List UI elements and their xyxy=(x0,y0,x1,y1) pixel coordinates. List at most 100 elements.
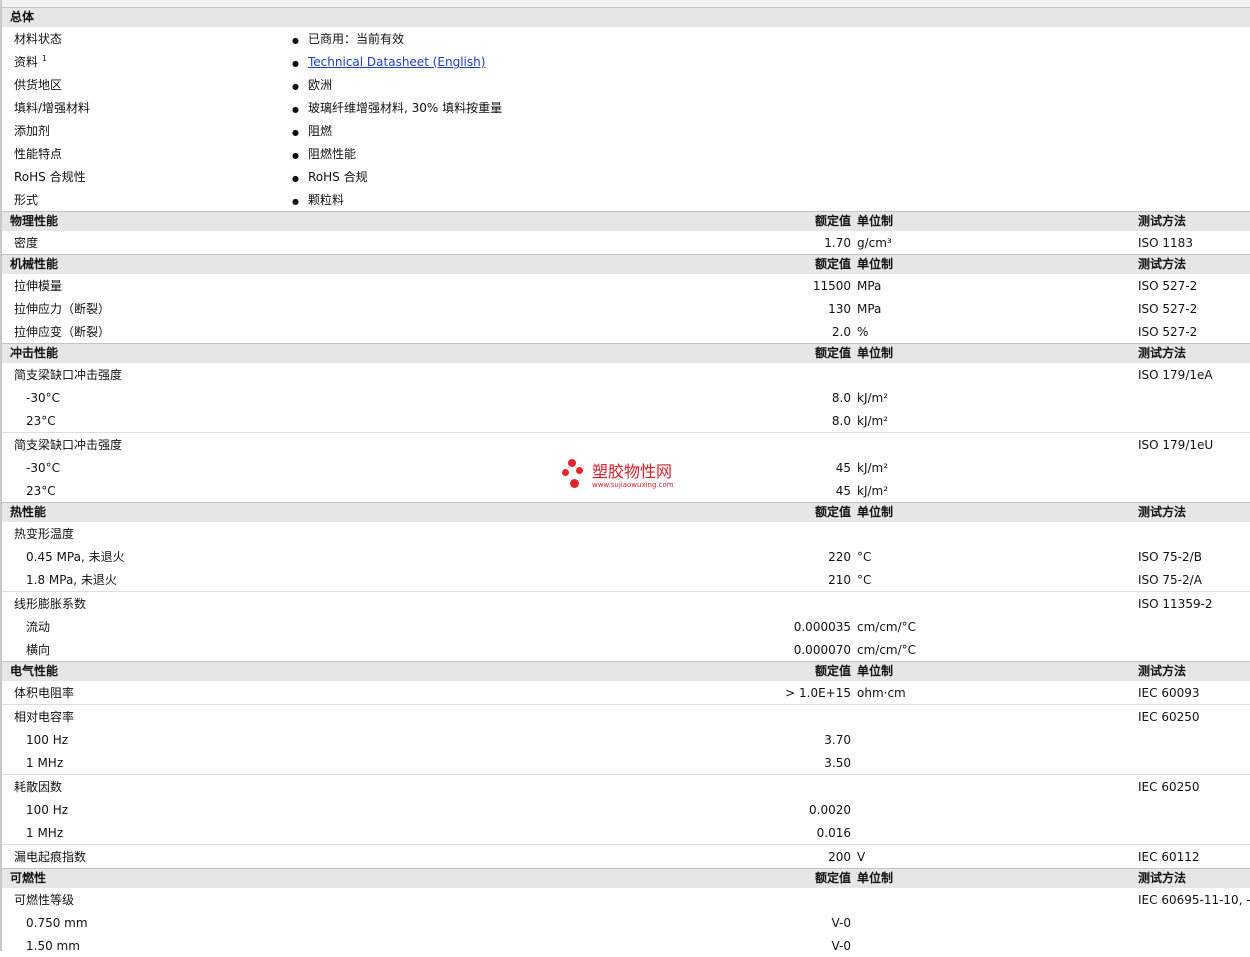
row-unit: MPa xyxy=(857,279,882,293)
row-label-text: 100 Hz xyxy=(26,803,69,817)
row-label: 资料 1 xyxy=(14,54,47,69)
row-value: 已商用：当前有效 xyxy=(308,32,405,46)
row-value: 8.0 xyxy=(831,391,851,405)
row-label: RoHS 合规性 xyxy=(14,170,86,184)
row-label: 1 MHz xyxy=(26,756,63,770)
table-row: 拉伸应变（断裂） 2.0% ISO 527-2 xyxy=(2,320,1250,343)
table-row: 简支梁缺口冲击强度 ISO 179/1eA xyxy=(2,363,1250,386)
datasheet-link[interactable]: Technical Datasheet (English) xyxy=(308,55,485,69)
row-label: 形式 xyxy=(14,193,38,207)
row-label-text: 热变形温度 xyxy=(14,527,75,541)
row-value: 0.0020 xyxy=(809,803,851,817)
watermark-dot-icon xyxy=(576,467,583,474)
row-label: 横向 xyxy=(26,643,50,657)
section-title: 可燃性 xyxy=(10,871,47,885)
section-title: 冲击性能 xyxy=(10,346,59,360)
row-value: RoHS 合规 xyxy=(308,170,368,184)
header-value: 额定值 xyxy=(814,871,851,885)
table-row: 1 MHz 3.50 xyxy=(2,751,1250,774)
row-label-text: 1 MHz xyxy=(26,756,64,770)
header-unit: 单位制 xyxy=(857,214,894,228)
row-value: 阻燃 xyxy=(308,124,333,138)
table-row: 拉伸模量 11500 MPa ISO 527-2 xyxy=(2,274,1250,297)
row-label: 简支梁缺口冲击强度 xyxy=(14,438,122,452)
header-method: 测试方法 xyxy=(1138,214,1187,228)
row-label-text: 1 MHz xyxy=(26,826,64,840)
row-label: -30°C xyxy=(26,461,60,475)
footnote-marker: 1 xyxy=(41,54,47,63)
row-label: 简支梁缺口冲击强度 xyxy=(14,368,122,382)
row-label: 可燃性等级 xyxy=(14,893,74,907)
row-value: 0.000070 xyxy=(793,643,851,657)
table-row: 耗散因数 IEC 60250 xyxy=(2,774,1250,798)
row-value: 11500 xyxy=(812,279,851,293)
row-value: 玻璃纤维增强材料, 30% 填料按重量 xyxy=(308,101,503,115)
bullet-icon: ● xyxy=(292,174,299,183)
row-method: ISO 11359-2 xyxy=(1138,597,1213,611)
header-value: 额定值 xyxy=(814,664,851,678)
row-unit: kJ/m² xyxy=(857,391,889,405)
row-unit: MPa xyxy=(857,302,882,316)
table-row: 供货地区 ● 欧洲 xyxy=(2,73,1250,96)
bullet-icon: ● xyxy=(292,36,299,45)
section-header: 机械性能 额定值 单位制 测试方法 xyxy=(2,254,1250,274)
row-label-text: 拉伸应力（断裂） xyxy=(14,302,111,316)
row-unit: g/cm³ xyxy=(857,236,892,250)
row-unit: ohm·cm xyxy=(857,686,906,700)
header-method: 测试方法 xyxy=(1138,346,1187,360)
row-method: ISO 527-2 xyxy=(1138,302,1198,316)
row-label-text: 添加剂 xyxy=(14,124,51,138)
row-label: 供货地区 xyxy=(14,78,62,92)
row-label-text: 体积电阻率 xyxy=(14,686,75,700)
table-row: 100 Hz 3.70 xyxy=(2,728,1250,751)
row-method: ISO 75-2/B xyxy=(1138,550,1202,564)
row-method: IEC 60250 xyxy=(1138,780,1200,794)
row-value: 45 xyxy=(835,484,851,498)
row-label: 流动 xyxy=(26,620,50,634)
row-value: 0.000035 xyxy=(793,620,851,634)
row-label: 1 MHz xyxy=(26,826,63,840)
section-header: 热性能 额定值 单位制 测试方法 xyxy=(2,502,1250,522)
row-label-text: 简支梁缺口冲击强度 xyxy=(14,368,123,382)
header-method: 测试方法 xyxy=(1138,871,1187,885)
row-value: 200 xyxy=(828,850,851,864)
section-title: 热性能 xyxy=(10,505,47,519)
header-value: 额定值 xyxy=(814,505,851,519)
row-label-text: 简支梁缺口冲击强度 xyxy=(14,438,123,452)
row-label: 0.750 mm xyxy=(26,916,88,930)
row-value: 210 xyxy=(828,573,851,587)
table-row: 形式 ● 颗粒料 xyxy=(2,188,1250,211)
header-unit: 单位制 xyxy=(857,346,894,360)
row-label: 性能特点 xyxy=(14,147,62,161)
row-unit: V xyxy=(857,850,866,864)
row-label: 0.45 MPa, 未退火 xyxy=(26,550,125,564)
row-label-text: 漏电起痕指数 xyxy=(14,850,87,864)
row-label-text: -30°C xyxy=(26,461,60,475)
table-row: 1.50 mm V-0 xyxy=(2,934,1250,957)
table-row: 简支梁缺口冲击强度 ISO 179/1eU xyxy=(2,432,1250,456)
top-strip xyxy=(2,0,1250,7)
table-row: 材料状态 ● 已商用：当前有效 xyxy=(2,27,1250,50)
header-unit: 单位制 xyxy=(857,664,894,678)
bullet-icon: ● xyxy=(292,197,299,206)
row-label-text: 线形膨胀系数 xyxy=(14,597,87,611)
row-method: ISO 179/1eU xyxy=(1138,438,1214,452)
row-label: 体积电阻率 xyxy=(14,686,74,700)
table-row: 可燃性等级 IEC 60695-11-10, -20 xyxy=(2,888,1250,911)
header-value: 额定值 xyxy=(814,346,851,360)
table-row: 体积电阻率 > 1.0E+15 ohm·cm IEC 60093 xyxy=(2,681,1250,704)
row-method: IEC 60112 xyxy=(1138,850,1200,864)
table-row: 0.750 mm V-0 xyxy=(2,911,1250,934)
row-label-text: 0.45 MPa, 未退火 xyxy=(26,550,125,564)
row-unit: kJ/m² xyxy=(857,461,889,475)
bullet-icon: ● xyxy=(292,151,299,160)
row-unit: % xyxy=(857,325,869,339)
row-unit: cm/cm/°C xyxy=(857,643,917,657)
row-unit: °C xyxy=(857,550,872,564)
row-unit: °C xyxy=(857,573,872,587)
bullet-icon: ● xyxy=(292,59,299,68)
section-header: 冲击性能 额定值 单位制 测试方法 xyxy=(2,343,1250,363)
row-method: ISO 1183 xyxy=(1138,236,1193,250)
row-label: 100 Hz xyxy=(26,803,68,817)
bullet-icon: ● xyxy=(292,82,299,91)
